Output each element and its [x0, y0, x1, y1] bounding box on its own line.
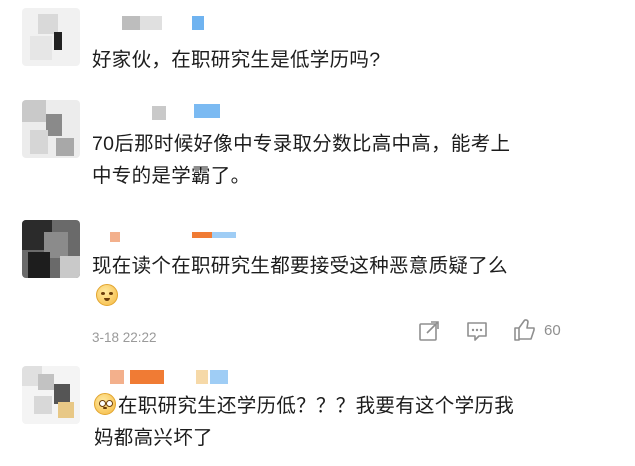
- username-redacted[interactable]: [140, 16, 162, 30]
- username-redacted[interactable]: [130, 370, 164, 384]
- comment-text-line: 70后那时候好像中专录取分数比高中高，能考上: [92, 133, 511, 155]
- flushed-face-icon: [94, 393, 116, 415]
- comment-text: 70后那时候好像中专录取分数比高中高，能考上 中专的是学霸了。: [92, 128, 612, 192]
- avatar[interactable]: [22, 366, 80, 424]
- emoji-pleading: [96, 284, 120, 308]
- like-count: 60: [544, 322, 561, 339]
- username-redacted[interactable]: [192, 232, 212, 238]
- avatar[interactable]: [22, 100, 80, 158]
- comment-text: 好家伙，在职研究生是低学历吗?: [92, 49, 381, 71]
- comment-text: 现在读个在职研究生都要接受这种恶意质疑了么: [92, 255, 508, 277]
- username-redacted[interactable]: [110, 370, 124, 384]
- comment-text: 在职研究生还学历低？？？我要有这个学历我 妈都高兴坏了: [94, 390, 614, 454]
- like-icon[interactable]: [513, 318, 537, 342]
- pleading-face-icon: [96, 284, 118, 306]
- comment-icon[interactable]: [466, 320, 488, 342]
- comment-text-line: 妈都高兴坏了: [94, 427, 213, 449]
- comment-text-content: 在职研究生还学历低？？？我要有这个学历我: [118, 395, 515, 417]
- share-icon[interactable]: [418, 320, 440, 342]
- avatar[interactable]: [22, 8, 80, 66]
- username-badge: [192, 16, 204, 30]
- username-badge: [194, 104, 220, 118]
- comment-timestamp: 3-18 22:22: [92, 330, 157, 345]
- comment-text-line: 在职研究生还学历低？？？我要有这个学历我: [94, 390, 614, 422]
- username-badge: [210, 370, 228, 384]
- username-redacted[interactable]: [152, 106, 166, 120]
- avatar[interactable]: [22, 220, 80, 278]
- comment-text-line: 中专的是学霸了。: [92, 165, 251, 187]
- username-redacted[interactable]: [212, 232, 236, 238]
- username-redacted[interactable]: [196, 370, 208, 384]
- username-redacted[interactable]: [110, 232, 120, 242]
